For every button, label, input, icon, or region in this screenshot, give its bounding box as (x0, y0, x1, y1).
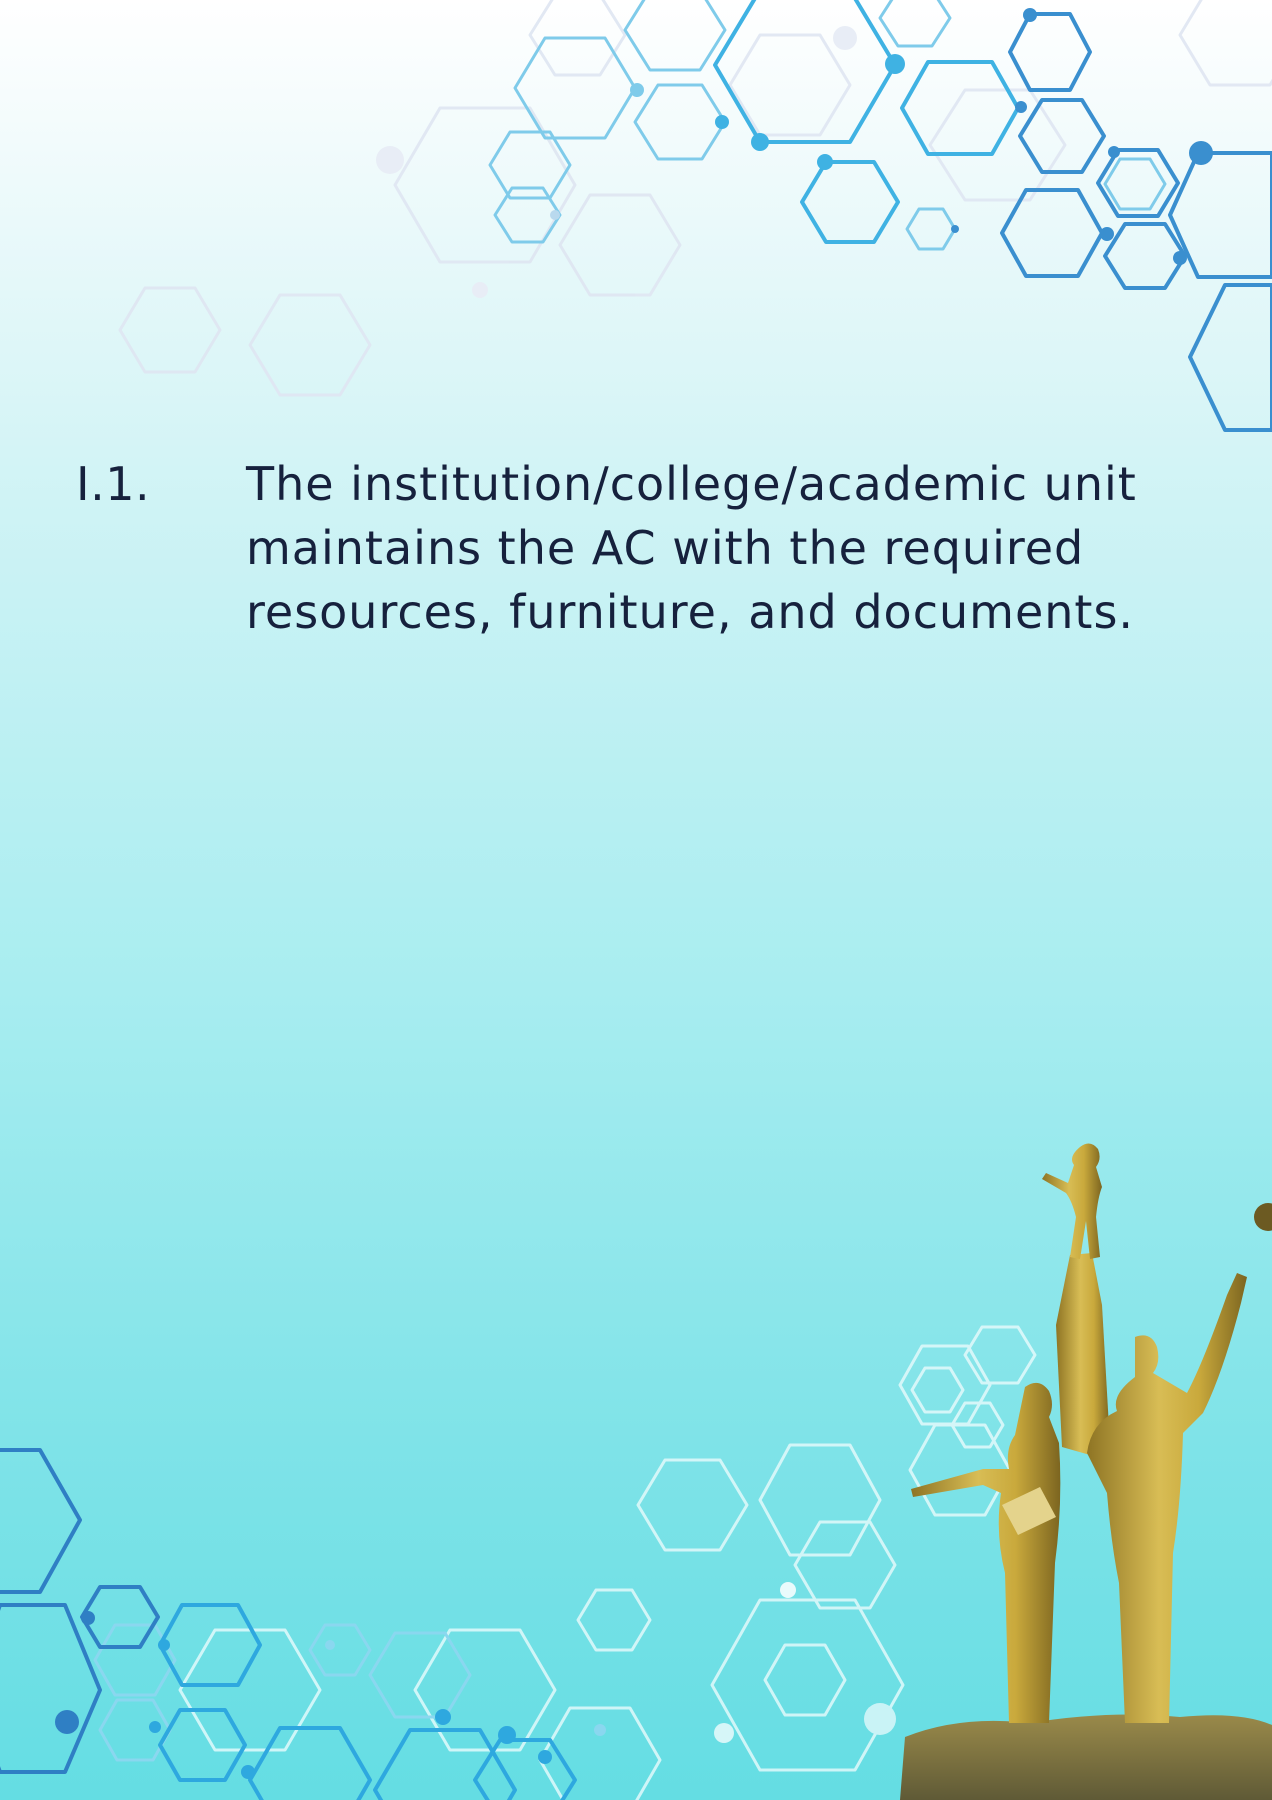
document-page: I.1. The institution/college/academic un… (0, 0, 1272, 1800)
golden-monument-illustration (900, 1143, 1272, 1800)
standard-statement: I.1. The institution/college/academic un… (76, 452, 1176, 644)
statement-number: I.1. (76, 457, 151, 511)
statement-text: The institution/college/academic unit ma… (246, 457, 1137, 639)
